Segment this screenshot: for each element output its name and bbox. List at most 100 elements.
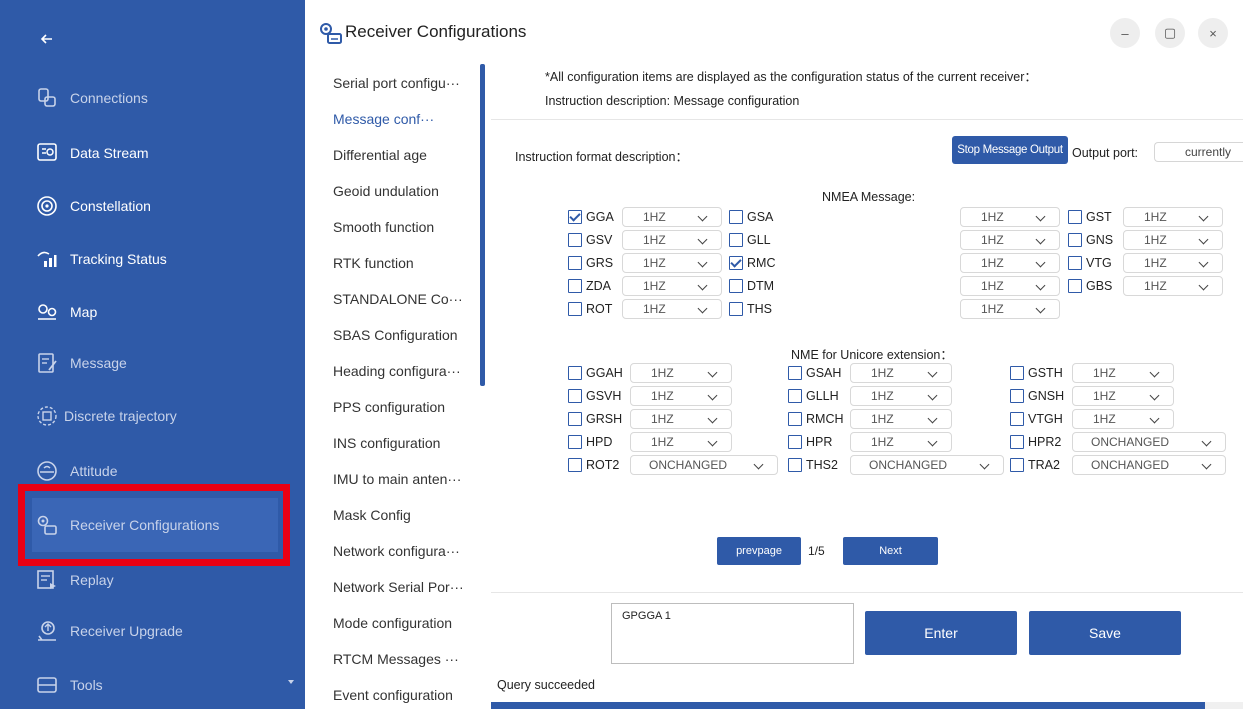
config-menu-item[interactable]: Heading configura··· [333,363,461,379]
rate-select-hpd[interactable]: 1HZ [630,432,732,452]
config-menu-item[interactable]: SBAS Configuration [333,327,458,343]
sidebar-item-map[interactable]: Map [34,298,97,326]
maximize-button[interactable]: ▢ [1155,18,1185,48]
checkbox-rot2[interactable] [568,458,582,472]
checkbox-gst[interactable] [1068,210,1082,224]
rate-select-gbs[interactable]: 1HZ [1123,276,1223,296]
checkbox-rmch[interactable] [788,412,802,426]
sidebar-item-attitude[interactable]: Attitude [34,457,117,485]
rate-select-gnsh[interactable]: 1HZ [1072,386,1174,406]
rate-select-rmc[interactable]: 1HZ [960,253,1060,273]
sidebar-item-connections[interactable]: Connections [34,84,148,112]
checkbox-gga[interactable] [568,210,582,224]
config-menu-item[interactable]: Differential age [333,147,427,163]
rate-select-gga[interactable]: 1HZ [622,207,722,227]
checkbox-gbs[interactable] [1068,279,1082,293]
checkbox-gllh[interactable] [788,389,802,403]
rate-select-rmch[interactable]: 1HZ [850,409,952,429]
next-page-button[interactable]: Next [843,537,938,565]
sidebar-item-receiver-upgrade[interactable]: Receiver Upgrade [34,617,183,645]
rate-select-gsa[interactable]: 1HZ [960,207,1060,227]
sidebar-item-tools[interactable]: Tools [34,671,294,699]
sidebar-item-message[interactable]: Message [34,349,127,377]
rate-select-gst[interactable]: 1HZ [1123,207,1223,227]
checkbox-gsvh[interactable] [568,389,582,403]
config-menu-item[interactable]: Smooth function [333,219,434,235]
checkbox-ths[interactable] [729,302,743,316]
checkbox-hpr[interactable] [788,435,802,449]
minimize-button[interactable]: – [1110,18,1140,48]
rate-select-gsv[interactable]: 1HZ [622,230,722,250]
rate-select-rot2[interactable]: ONCHANGED [630,455,778,475]
rate-select-gllh[interactable]: 1HZ [850,386,952,406]
config-menu-item[interactable]: PPS configuration [333,399,445,415]
rate-select-hpr2[interactable]: ONCHANGED [1072,432,1226,452]
sidebar-item-discrete-trajectory[interactable]: Discrete trajectory [34,402,177,430]
checkbox-grsh[interactable] [568,412,582,426]
checkbox-rmc[interactable] [729,256,743,270]
config-menu-item[interactable]: STANDALONE Co··· [333,291,463,307]
rate-select-hpr[interactable]: 1HZ [850,432,952,452]
checkbox-hpd[interactable] [568,435,582,449]
checkbox-ggah[interactable] [568,366,582,380]
checkbox-tra2[interactable] [1010,458,1024,472]
config-menu-item[interactable]: Mode configuration [333,615,452,631]
prev-page-button[interactable]: prevpage [717,537,801,565]
back-arrow-icon[interactable] [36,28,58,50]
config-menu-item[interactable]: IMU to main anten··· [333,471,461,487]
enter-button[interactable]: Enter [865,611,1017,655]
config-menu-scrollbar[interactable] [480,64,485,386]
rate-select-gll[interactable]: 1HZ [960,230,1060,250]
config-menu-item[interactable]: RTK function [333,255,414,271]
close-button[interactable]: × [1198,18,1228,48]
config-menu-item[interactable]: Message conf··· [333,111,434,127]
stop-message-output-button[interactable]: Stop Message Output [952,136,1068,164]
checkbox-gsv[interactable] [568,233,582,247]
config-menu-item[interactable]: Mask Config [333,507,411,523]
checkbox-gsth[interactable] [1010,366,1024,380]
checkbox-gnsh[interactable] [1010,389,1024,403]
rate-select-tra2[interactable]: ONCHANGED [1072,455,1226,475]
checkbox-hpr2[interactable] [1010,435,1024,449]
rate-select-vtgh[interactable]: 1HZ [1072,409,1174,429]
checkbox-gns[interactable] [1068,233,1082,247]
config-menu-item[interactable]: Network Serial Por··· [333,579,464,595]
checkbox-gsah[interactable] [788,366,802,380]
config-menu-item[interactable]: RTCM Messages ··· [333,651,459,667]
checkbox-ths2[interactable] [788,458,802,472]
checkbox-dtm[interactable] [729,279,743,293]
sidebar-item-constellation[interactable]: Constellation [34,192,151,220]
rate-select-ths2[interactable]: ONCHANGED [850,455,1004,475]
sidebar-item-data-stream[interactable]: Data Stream [34,139,149,167]
checkbox-vtgh[interactable] [1010,412,1024,426]
rate-select-gsth[interactable]: 1HZ [1072,363,1174,383]
rate-select-gsvh[interactable]: 1HZ [630,386,732,406]
checkbox-vtg[interactable] [1068,256,1082,270]
config-menu-item[interactable]: INS configuration [333,435,440,451]
checkbox-grs[interactable] [568,256,582,270]
rate-select-gns[interactable]: 1HZ [1123,230,1223,250]
config-menu-item[interactable]: Geoid undulation [333,183,439,199]
output-port-select[interactable]: currently [1154,142,1243,162]
checkbox-zda[interactable] [568,279,582,293]
rate-select-dtm[interactable]: 1HZ [960,276,1060,296]
sidebar-item-receiver-configurations[interactable]: Receiver Configurations [34,511,219,539]
rate-select-gsah[interactable]: 1HZ [850,363,952,383]
rate-select-ths[interactable]: 1HZ [960,299,1060,319]
rate-select-grs[interactable]: 1HZ [622,253,722,273]
sidebar-item-tracking-status[interactable]: Tracking Status [34,245,167,273]
config-menu-item[interactable]: Serial port configu··· [333,75,460,91]
rate-select-zda[interactable]: 1HZ [622,276,722,296]
rate-select-rot[interactable]: 1HZ [622,299,722,319]
save-button[interactable]: Save [1029,611,1181,655]
checkbox-gsa[interactable] [729,210,743,224]
rate-select-grsh[interactable]: 1HZ [630,409,732,429]
config-menu-item[interactable]: Event configuration [333,687,453,703]
sidebar-item-replay[interactable]: Replay [34,566,114,594]
rate-select-ggah[interactable]: 1HZ [630,363,732,383]
checkbox-rot[interactable] [568,302,582,316]
config-menu-item[interactable]: Network configura··· [333,543,460,559]
checkbox-gll[interactable] [729,233,743,247]
command-textarea[interactable]: GPGGA 1 [611,603,854,664]
rate-select-vtg[interactable]: 1HZ [1123,253,1223,273]
